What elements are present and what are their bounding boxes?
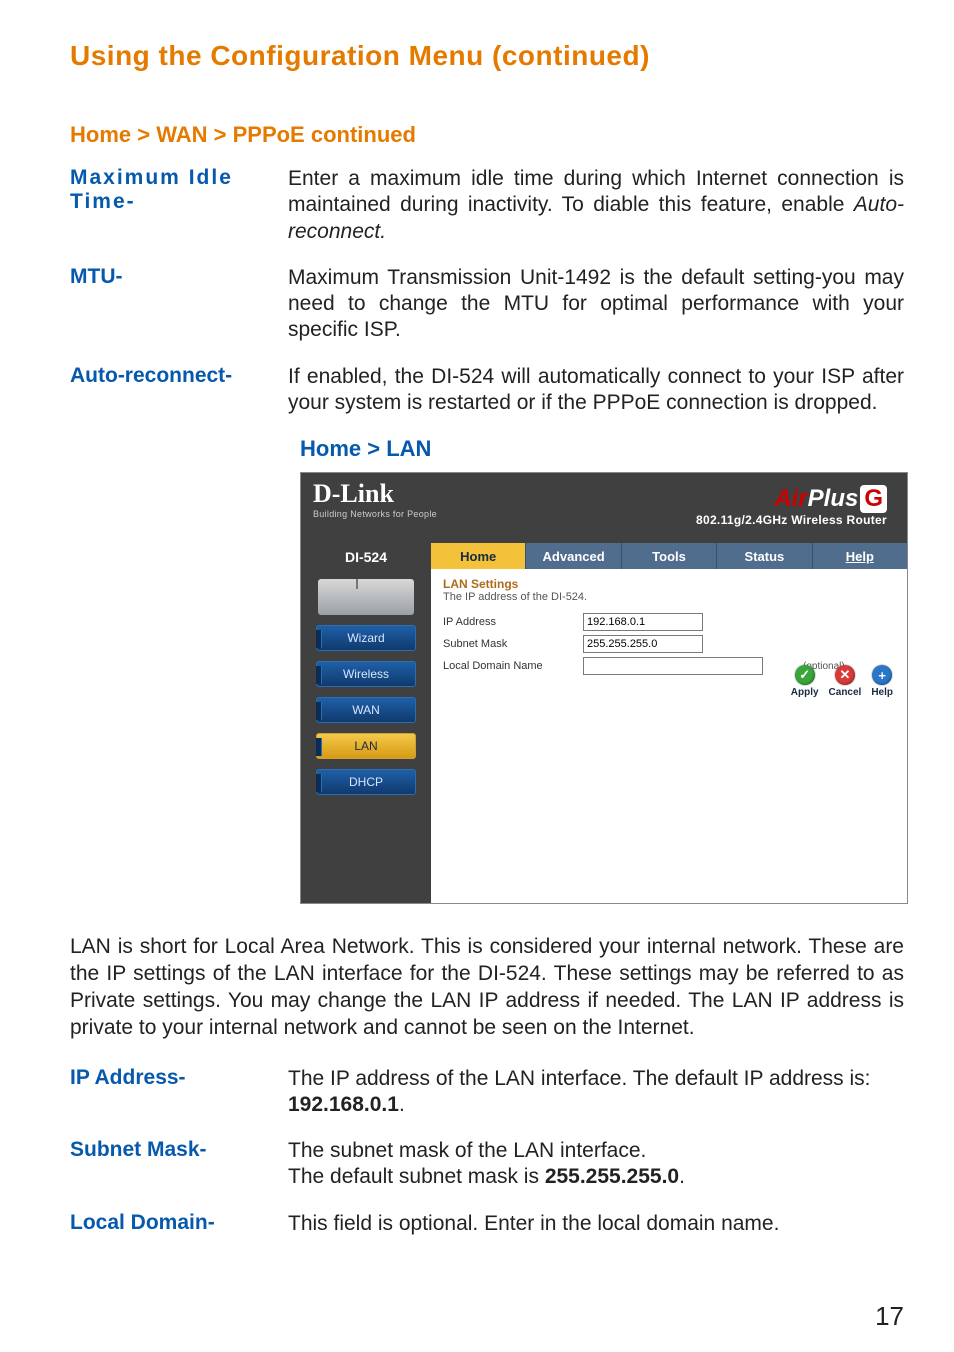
- router-body: DI-524 Wizard Wireless WAN LAN DHCP Home…: [301, 543, 907, 903]
- body-ip-address: The IP address of the LAN interface. The…: [288, 1066, 904, 1119]
- page-title: Using the Configuration Menu (continued): [70, 40, 904, 72]
- help-button[interactable]: + Help: [871, 665, 893, 698]
- sidebar-item-wireless[interactable]: Wireless: [316, 661, 416, 687]
- def-ip-address: IP Address- The IP address of the LAN in…: [70, 1066, 904, 1119]
- field-row-mask: Subnet Mask: [443, 635, 895, 653]
- sidebar-item-lan[interactable]: LAN: [316, 733, 416, 759]
- sidebar-item-label: LAN: [354, 739, 377, 753]
- label-subnet-mask: Subnet Mask: [443, 638, 573, 650]
- body-auto-reconnect: If enabled, the DI-524 will automaticall…: [288, 364, 904, 417]
- text: Enter a maximum idle time during which I…: [288, 167, 904, 216]
- tab-advanced[interactable]: Advanced: [526, 543, 621, 569]
- action-label: Help: [871, 687, 893, 698]
- body-subnet-mask: The subnet mask of the LAN interface. Th…: [288, 1138, 904, 1191]
- lan-settings-panel: LAN Settings The IP address of the DI-52…: [431, 569, 907, 869]
- text-bold: 192.168.0.1: [288, 1093, 399, 1116]
- tab-tools[interactable]: Tools: [622, 543, 717, 569]
- action-row: ✓ Apply ✕ Cancel + Help: [791, 665, 893, 698]
- tab-status[interactable]: Status: [717, 543, 812, 569]
- def-mtu: MTU- Maximum Transmission Unit-1492 is t…: [70, 265, 904, 344]
- breadcrumb-wan-pppoe: Home > WAN > PPPoE continued: [70, 122, 904, 148]
- sidebar-item-dhcp[interactable]: DHCP: [316, 769, 416, 795]
- brand-air: Air: [774, 485, 807, 512]
- body-max-idle: Enter a maximum idle time during which I…: [288, 166, 904, 245]
- text: .: [399, 1093, 405, 1116]
- airplus-sub: 802.11g/2.4GHz Wireless Router: [696, 513, 887, 527]
- text-bold: 255.255.255.0: [545, 1165, 679, 1188]
- router-sidebar: DI-524 Wizard Wireless WAN LAN DHCP: [301, 543, 431, 903]
- body-mtu: Maximum Transmission Unit-1492 is the de…: [288, 265, 904, 344]
- sidebar-item-wan[interactable]: WAN: [316, 697, 416, 723]
- router-main: Home Advanced Tools Status Help LAN Sett…: [431, 543, 907, 903]
- def-max-idle: Maximum Idle Time- Enter a maximum idle …: [70, 166, 904, 245]
- model-label: DI-524: [345, 549, 387, 565]
- term-auto-reconnect: Auto-reconnect-: [70, 364, 288, 417]
- label-ip-address: IP Address: [443, 616, 573, 628]
- term-ip-address: IP Address-: [70, 1066, 288, 1119]
- input-ip-address[interactable]: [583, 613, 703, 631]
- body-local-domain: This field is optional. Enter in the loc…: [288, 1211, 904, 1237]
- brand-g: G: [860, 485, 887, 513]
- device-image: [318, 579, 414, 615]
- sidebar-item-label: DHCP: [349, 775, 383, 789]
- airplus-main: AirPlusG: [696, 485, 887, 513]
- router-ui-frame: D-Link Building Networks for People AirP…: [300, 472, 908, 904]
- term-max-idle: Maximum Idle Time-: [70, 166, 288, 245]
- check-icon: ✓: [795, 665, 815, 685]
- sidebar-item-wizard[interactable]: Wizard: [316, 625, 416, 651]
- term-mtu: MTU-: [70, 265, 288, 344]
- term-local-domain: Local Domain-: [70, 1211, 288, 1237]
- x-icon: ✕: [835, 665, 855, 685]
- text: .: [679, 1165, 685, 1188]
- def-local-domain: Local Domain- This field is optional. En…: [70, 1211, 904, 1237]
- panel-subtitle: The IP address of the DI-524.: [443, 591, 895, 603]
- action-label: Cancel: [829, 687, 862, 698]
- text: The IP address of the LAN interface. The…: [288, 1067, 871, 1090]
- input-local-domain[interactable]: [583, 657, 763, 675]
- panel-title: LAN Settings: [443, 577, 895, 591]
- sidebar-item-label: Wizard: [347, 631, 384, 645]
- def-auto-reconnect: Auto-reconnect- If enabled, the DI-524 w…: [70, 364, 904, 417]
- label-local-domain: Local Domain Name: [443, 660, 573, 672]
- plus-icon: +: [872, 665, 892, 685]
- term-subnet-mask: Subnet Mask-: [70, 1138, 288, 1191]
- text: The default subnet mask is: [288, 1165, 545, 1188]
- action-label: Apply: [791, 687, 819, 698]
- router-tabs: Home Advanced Tools Status Help: [431, 543, 907, 569]
- tab-home[interactable]: Home: [431, 543, 526, 569]
- input-subnet-mask[interactable]: [583, 635, 703, 653]
- airplus-brand: AirPlusG 802.11g/2.4GHz Wireless Router: [696, 485, 887, 527]
- text: The subnet mask of the LAN interface.: [288, 1139, 646, 1162]
- brand-plus: Plus: [808, 485, 859, 512]
- section-home-lan: Home > LAN: [300, 436, 904, 462]
- page-number: 17: [875, 1301, 904, 1332]
- lan-description: LAN is short for Local Area Network. Thi…: [70, 934, 904, 1042]
- def-subnet-mask: Subnet Mask- The subnet mask of the LAN …: [70, 1138, 904, 1191]
- router-screenshot: D-Link Building Networks for People AirP…: [300, 472, 904, 904]
- sidebar-item-label: WAN: [352, 703, 380, 717]
- apply-button[interactable]: ✓ Apply: [791, 665, 819, 698]
- router-header: D-Link Building Networks for People AirP…: [301, 473, 907, 543]
- tab-help[interactable]: Help: [813, 543, 907, 569]
- cancel-button[interactable]: ✕ Cancel: [829, 665, 862, 698]
- field-row-ip: IP Address: [443, 613, 895, 631]
- breadcrumb-text: Home > WAN > PPPoE continued: [70, 122, 416, 147]
- sidebar-item-label: Wireless: [343, 667, 389, 681]
